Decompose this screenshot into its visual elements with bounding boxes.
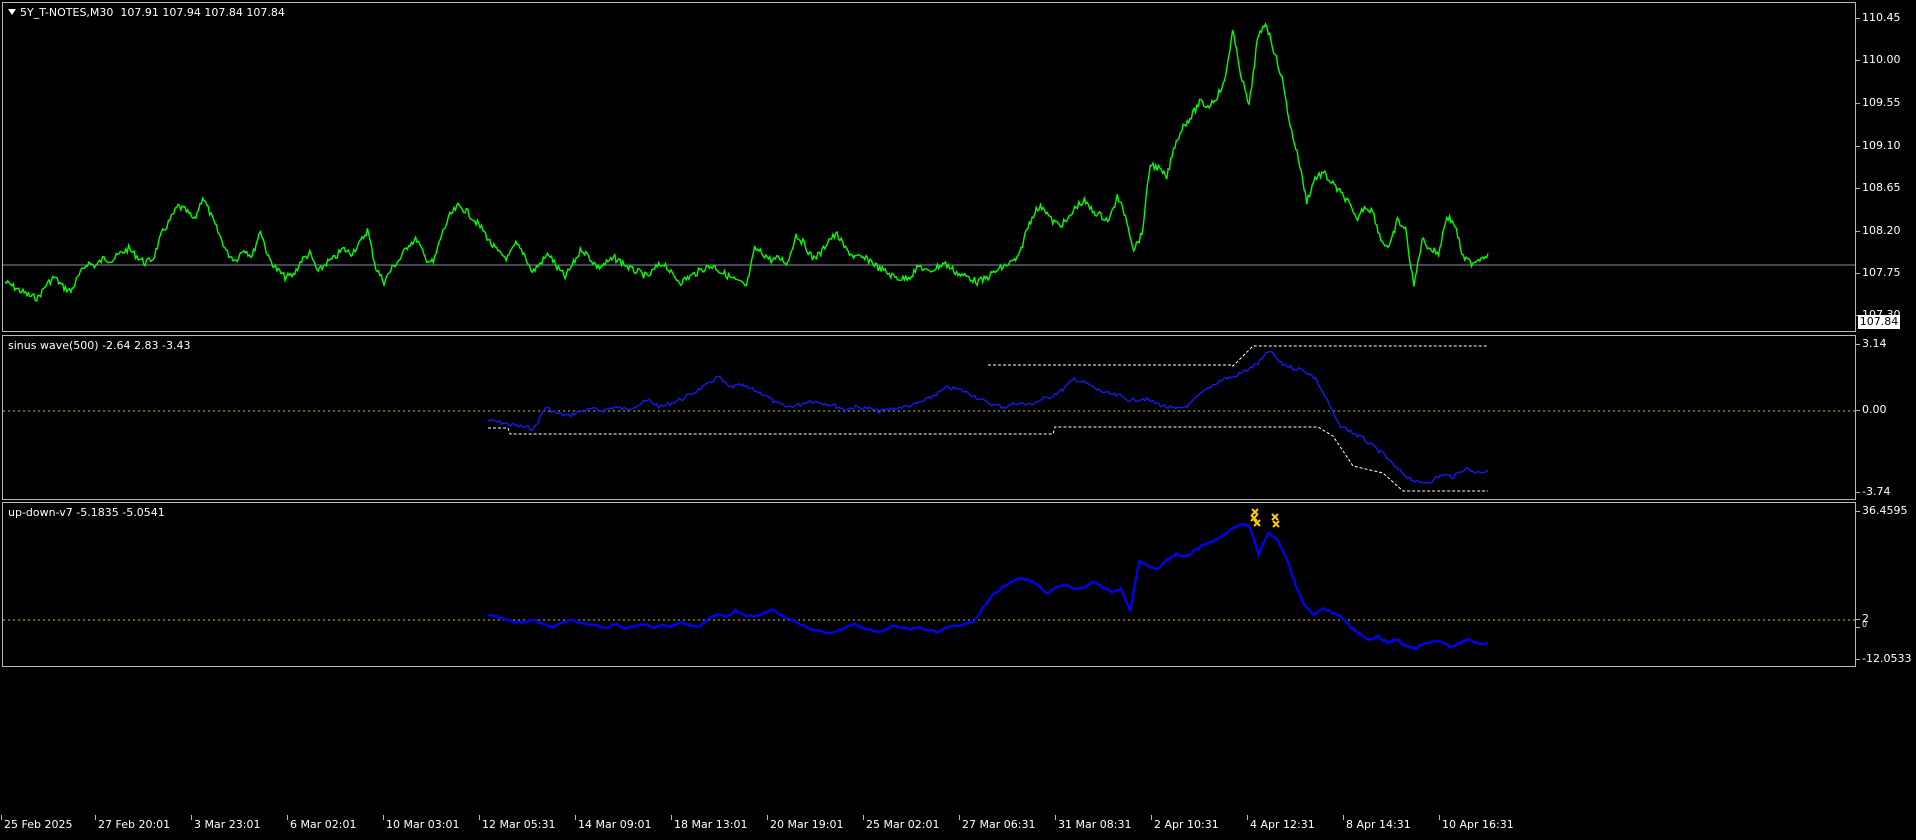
price-tick: 108.20 xyxy=(1856,224,1901,237)
updown-tick: -12.0533 xyxy=(1855,652,1912,665)
updown-tick: 36.4595 xyxy=(1856,504,1908,517)
ohlc-values: 107.91 107.94 107.84 107.84 xyxy=(120,6,285,19)
sine-wave-pane[interactable]: sinus wave(500) -2.64 2.83 -3.43 xyxy=(2,335,1856,500)
time-label: 27 Feb 20:01 xyxy=(94,815,171,831)
price-tick: 108.65 xyxy=(1856,181,1901,194)
sine-tick: 0.00 xyxy=(1856,403,1887,416)
indicator-values: -2.64 2.83 -3.43 xyxy=(102,339,191,352)
time-label: 8 Apr 14:31 xyxy=(1343,815,1411,831)
time-label: 25 Mar 02:01 xyxy=(862,815,940,831)
updown-plot xyxy=(3,508,1855,650)
time-label: 14 Mar 09:01 xyxy=(574,815,652,831)
indicator-name: up-down-v7 xyxy=(8,506,73,519)
updown-series-line xyxy=(487,522,1489,650)
symbol-label: 5Y_T-NOTES,M30 xyxy=(20,6,114,19)
x-marker-icon xyxy=(1272,520,1280,528)
price-tick: 110.45 xyxy=(1856,11,1901,24)
price-axis: 110.45 110.00 109.55 109.10 108.65 108.2… xyxy=(1856,2,1916,332)
time-label: 25 Feb 2025 xyxy=(0,815,73,831)
price-tick: 109.55 xyxy=(1856,96,1901,109)
signal-markers xyxy=(1250,508,1280,528)
sine-wave-series-line xyxy=(487,350,1489,485)
updown-pane[interactable]: up-down-v7 -5.1835 -5.0541 xyxy=(2,502,1856,667)
sine-tick: -3.74 xyxy=(1855,485,1891,498)
price-tick: 110.00 xyxy=(1856,53,1901,66)
time-label: 10 Apr 16:31 xyxy=(1439,815,1514,831)
time-label: 6 Mar 02:01 xyxy=(286,815,357,831)
price-chart-pane[interactable]: 5Y_T-NOTES,M30 107.91 107.94 107.84 107.… xyxy=(2,2,1856,332)
price-pane-title[interactable]: 5Y_T-NOTES,M30 107.91 107.94 107.84 107.… xyxy=(8,6,285,19)
updown-tick: 0 xyxy=(1855,620,1868,629)
time-label: 31 Mar 08:31 xyxy=(1054,815,1132,831)
updown-axis: 36.4595 2 0 -12.0533 xyxy=(1855,502,1916,667)
time-label: 2 Apr 10:31 xyxy=(1151,815,1219,831)
x-marker-icon xyxy=(1271,513,1279,521)
time-label: 4 Apr 12:31 xyxy=(1247,815,1315,831)
updown-pane-title: up-down-v7 -5.1835 -5.0541 xyxy=(8,506,165,519)
time-label: 27 Mar 06:31 xyxy=(958,815,1036,831)
time-label: 3 Mar 23:01 xyxy=(190,815,261,831)
sine-pane-title: sinus wave(500) -2.64 2.83 -3.43 xyxy=(8,339,190,352)
current-price-tag: 107.84 xyxy=(1858,315,1900,329)
collapse-triangle-icon[interactable] xyxy=(8,9,16,15)
indicator-name: sinus wave(500) xyxy=(8,339,99,352)
lower-band-line xyxy=(488,426,1488,492)
sine-plot xyxy=(3,345,1855,492)
price-series-line xyxy=(4,22,1489,302)
time-label: 18 Mar 13:01 xyxy=(670,815,748,831)
time-label: 10 Mar 03:01 xyxy=(382,815,460,831)
sine-tick: 3.14 xyxy=(1856,337,1887,350)
upper-band-line xyxy=(988,345,1488,368)
price-plot xyxy=(3,22,1855,302)
indicator-values: -5.1835 -5.0541 xyxy=(76,506,165,519)
price-tick: 107.75 xyxy=(1856,266,1901,279)
sine-axis: 3.14 0.00 -3.74 xyxy=(1855,335,1916,500)
price-tick: 109.10 xyxy=(1856,139,1901,152)
time-label: 20 Mar 19:01 xyxy=(766,815,844,831)
time-label: 12 Mar 05:31 xyxy=(478,815,556,831)
x-marker-icon xyxy=(1251,508,1259,516)
